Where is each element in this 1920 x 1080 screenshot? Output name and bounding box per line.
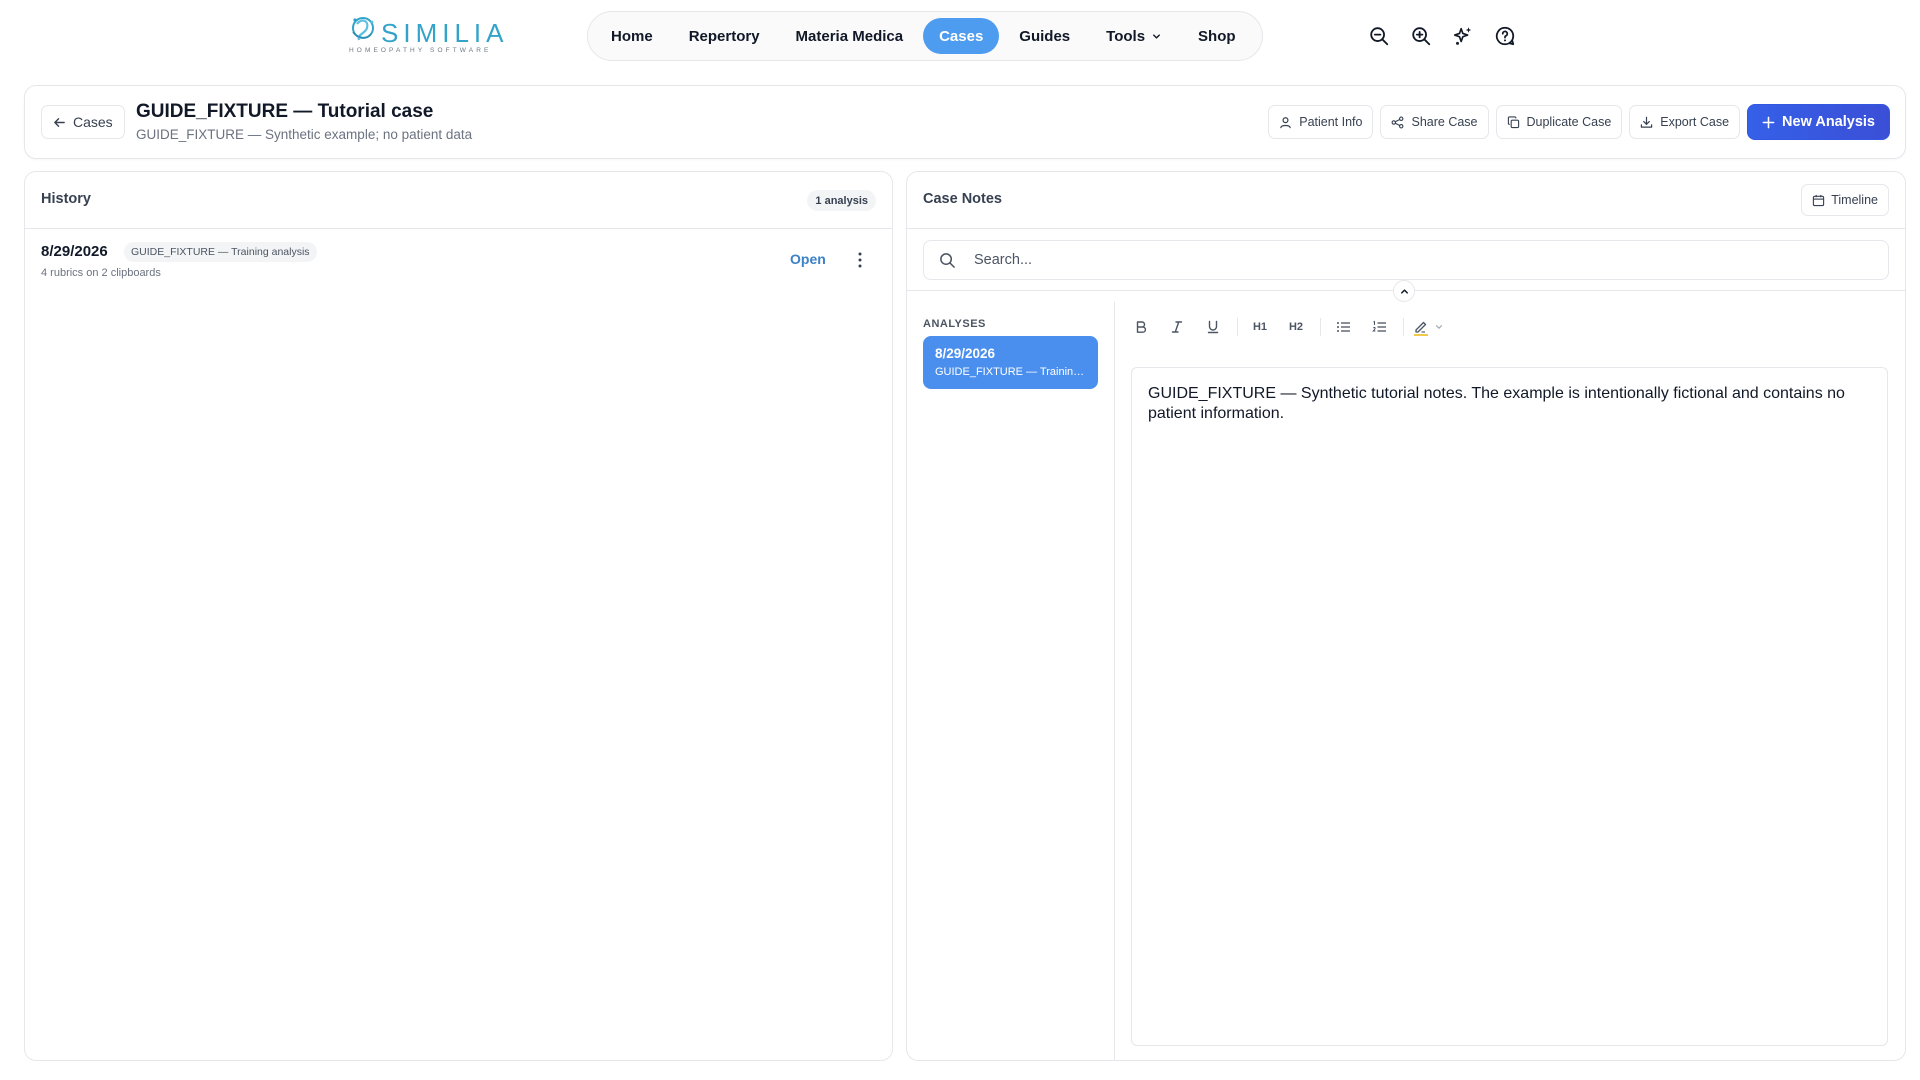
copy-icon xyxy=(1507,115,1519,128)
nav-guides[interactable]: Guides xyxy=(1003,18,1086,54)
back-button-label: Cases xyxy=(73,114,113,130)
patient-info-label: Patient Info xyxy=(1299,115,1363,129)
bold-icon xyxy=(1136,321,1147,333)
highlighter-icon xyxy=(1414,321,1428,336)
nav-home[interactable]: Home xyxy=(595,18,669,54)
toolbar-divider xyxy=(1237,318,1238,336)
export-case-button[interactable]: Export Case xyxy=(1629,105,1741,139)
numbered-list-button[interactable] xyxy=(1365,313,1393,341)
history-title: History xyxy=(41,191,91,207)
underline-icon xyxy=(1207,320,1219,334)
logo-mark-icon xyxy=(352,17,374,41)
more-vertical-icon[interactable] xyxy=(851,249,869,271)
back-to-cases-button[interactable]: Cases xyxy=(41,105,125,139)
analysis-item-date: 8/29/2026 xyxy=(935,346,996,361)
heading-1-label: H1 xyxy=(1252,321,1268,333)
history-row-meta: 4 rubrics on 2 clipboards xyxy=(41,267,161,279)
export-case-label: Export Case xyxy=(1660,115,1730,129)
top-navigation-bar: SIMILIA HOMEOPATHY SOFTWARE Home Reperto… xyxy=(0,0,1920,76)
analyses-label: ANALYSES xyxy=(923,318,986,330)
similia-logo[interactable]: SIMILIA HOMEOPATHY SOFTWARE xyxy=(347,14,503,58)
help-icon[interactable] xyxy=(1494,25,1516,47)
open-analysis-button[interactable]: Open xyxy=(790,251,826,267)
toolbar-divider xyxy=(1403,318,1404,336)
bullet-list-button[interactable] xyxy=(1329,313,1357,341)
analysis-item[interactable]: 8/29/2026 GUIDE_FIXTURE — Training analy… xyxy=(923,336,1098,389)
search-icon xyxy=(940,253,955,268)
history-row-date: 8/29/2026 xyxy=(41,243,108,260)
top-icon-group xyxy=(1368,25,1516,47)
notes-search xyxy=(923,240,1889,280)
bullet-list-icon xyxy=(1336,322,1350,332)
share-case-button[interactable]: Share Case xyxy=(1380,105,1489,139)
analyses-sidebar: ANALYSES 8/29/2026 GUIDE_FIXTURE — Train… xyxy=(907,302,1115,1060)
case-subtitle: GUIDE_FIXTURE — Synthetic example; no pa… xyxy=(136,127,473,142)
nav-shop[interactable]: Shop xyxy=(1182,18,1252,54)
italic-button[interactable] xyxy=(1163,313,1191,341)
case-actions: Patient Info Share Case Duplicate Case E… xyxy=(1268,104,1890,140)
plus-icon xyxy=(1762,116,1775,128)
logo-tagline: HOMEOPATHY SOFTWARE xyxy=(349,47,492,54)
nav-materia-medica[interactable]: Materia Medica xyxy=(780,18,920,54)
case-title: GUIDE_FIXTURE — Tutorial case xyxy=(136,101,434,122)
history-header: History 1 analysis xyxy=(25,172,892,229)
case-notes-title: Case Notes xyxy=(923,191,1002,207)
highlight-color-picker[interactable] xyxy=(1412,318,1444,336)
timeline-button[interactable]: Timeline xyxy=(1801,184,1889,216)
case-notes-header: Case Notes Timeline xyxy=(907,172,1905,229)
zoom-out-icon[interactable] xyxy=(1368,25,1390,47)
heading-2-label: H2 xyxy=(1288,321,1304,333)
analysis-item-name: GUIDE_FIXTURE — Training analysis xyxy=(935,366,1086,378)
new-analysis-button[interactable]: New Analysis xyxy=(1747,104,1890,140)
editor-toolbar: H1 H2 xyxy=(1127,312,1444,342)
zoom-in-icon[interactable] xyxy=(1410,25,1432,47)
underline-button[interactable] xyxy=(1199,313,1227,341)
arrow-left-icon xyxy=(54,117,65,127)
bold-button[interactable] xyxy=(1127,313,1155,341)
user-icon xyxy=(1280,116,1291,128)
share-case-label: Share Case xyxy=(1411,115,1478,129)
toolbar-divider xyxy=(1320,318,1321,336)
share-icon xyxy=(1392,116,1404,128)
notes-editor[interactable]: GUIDE_FIXTURE — Synthetic tutorial notes… xyxy=(1131,367,1888,1046)
case-notes-panel: Case Notes Timeline ANALYSES 8/29/2026 G… xyxy=(906,171,1906,1061)
nav-repertory[interactable]: Repertory xyxy=(673,18,776,54)
duplicate-case-button[interactable]: Duplicate Case xyxy=(1495,105,1623,139)
main-nav: Home Repertory Materia Medica Cases Guid… xyxy=(587,11,1263,61)
sparkles-icon[interactable] xyxy=(1452,25,1474,47)
heading-1-button[interactable]: H1 xyxy=(1246,313,1274,341)
history-row[interactable]: 8/29/2026 GUIDE_FIXTURE — Training analy… xyxy=(25,229,892,293)
history-panel: History 1 analysis 8/29/2026 GUIDE_FIXTU… xyxy=(24,171,893,1061)
nav-tools-label: Tools xyxy=(1106,27,1146,45)
timeline-label: Timeline xyxy=(1831,193,1878,207)
chevron-down-icon xyxy=(1435,325,1443,329)
analysis-count-badge: 1 analysis xyxy=(807,190,876,211)
notes-search-input[interactable] xyxy=(974,241,1874,279)
logo-wordmark: SIMILIA xyxy=(381,18,509,48)
history-row-tag: GUIDE_FIXTURE — Training analysis xyxy=(124,242,317,262)
duplicate-case-label: Duplicate Case xyxy=(1526,115,1612,129)
nav-tools[interactable]: Tools xyxy=(1090,18,1178,54)
chevron-down-icon xyxy=(1153,33,1160,39)
italic-icon xyxy=(1171,321,1183,333)
nav-cases[interactable]: Cases xyxy=(923,18,1000,54)
heading-2-button[interactable]: H2 xyxy=(1282,313,1310,341)
new-analysis-label: New Analysis xyxy=(1782,114,1875,130)
patient-info-button[interactable]: Patient Info xyxy=(1268,105,1374,139)
collapse-search-button[interactable] xyxy=(1393,280,1415,302)
chevron-up-icon xyxy=(1400,288,1408,294)
numbered-list-icon xyxy=(1371,320,1386,332)
case-header: Cases GUIDE_FIXTURE — Tutorial case GUID… xyxy=(24,85,1906,159)
calendar-icon xyxy=(1813,194,1825,206)
download-icon xyxy=(1641,116,1653,128)
